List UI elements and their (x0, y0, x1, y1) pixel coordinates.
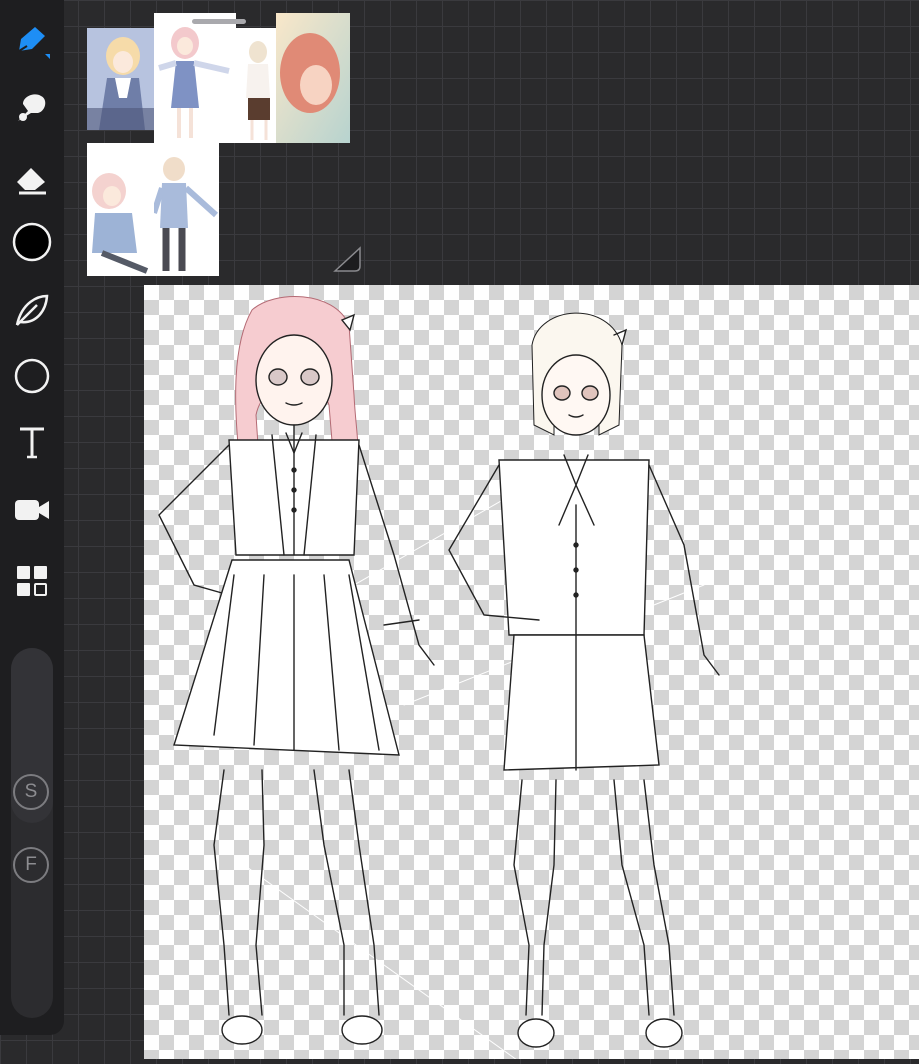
smudge-tool-button[interactable] (10, 86, 54, 130)
drawing-canvas[interactable] (144, 285, 919, 1064)
pen-icon (12, 21, 52, 61)
video-tool-button[interactable] (10, 488, 54, 532)
ref-thumb-pink-hair-dress[interactable] (154, 13, 236, 143)
canvas-artwork (158, 296, 720, 1064)
color-swatch-icon (12, 222, 52, 262)
eraser-icon (13, 158, 51, 196)
girl-figure-left (158, 296, 435, 1045)
flow-button[interactable]: F (13, 847, 49, 883)
ref-panel-drag-handle[interactable] (192, 19, 246, 24)
layers-grid-icon (13, 562, 51, 600)
tool-sidebar: S F (0, 0, 64, 1035)
ref-thumb-blue-dress[interactable] (87, 28, 154, 130)
pen-tool-button[interactable] (10, 19, 54, 63)
eraser-tool-button[interactable] (10, 155, 54, 199)
ref-thumb-seated-pink[interactable] (87, 143, 154, 276)
lasso-tool-button[interactable] (10, 288, 54, 332)
flow-button-label: F (25, 854, 37, 875)
text-icon (13, 423, 51, 461)
color-picker-button[interactable] (10, 220, 54, 264)
video-camera-icon (12, 493, 52, 527)
ref-thumb-brown-shorts[interactable] (236, 28, 276, 143)
shape-tool-button[interactable] (10, 354, 54, 398)
text-tool-button[interactable] (10, 420, 54, 464)
layers-tool-button[interactable] (10, 559, 54, 603)
size-button-label: S (24, 781, 38, 802)
ref-panel-resize-handle[interactable] (333, 244, 363, 274)
ref-thumb-standing-sweater[interactable] (154, 143, 219, 276)
size-button[interactable]: S (13, 774, 49, 810)
circle-icon (13, 357, 51, 395)
ref-thumb-red-hair-close[interactable] (276, 13, 350, 143)
reference-panel[interactable] (87, 13, 350, 276)
smudge-icon (13, 89, 51, 127)
lasso-leaf-icon (12, 290, 52, 330)
girl-figure-right (448, 312, 720, 1048)
